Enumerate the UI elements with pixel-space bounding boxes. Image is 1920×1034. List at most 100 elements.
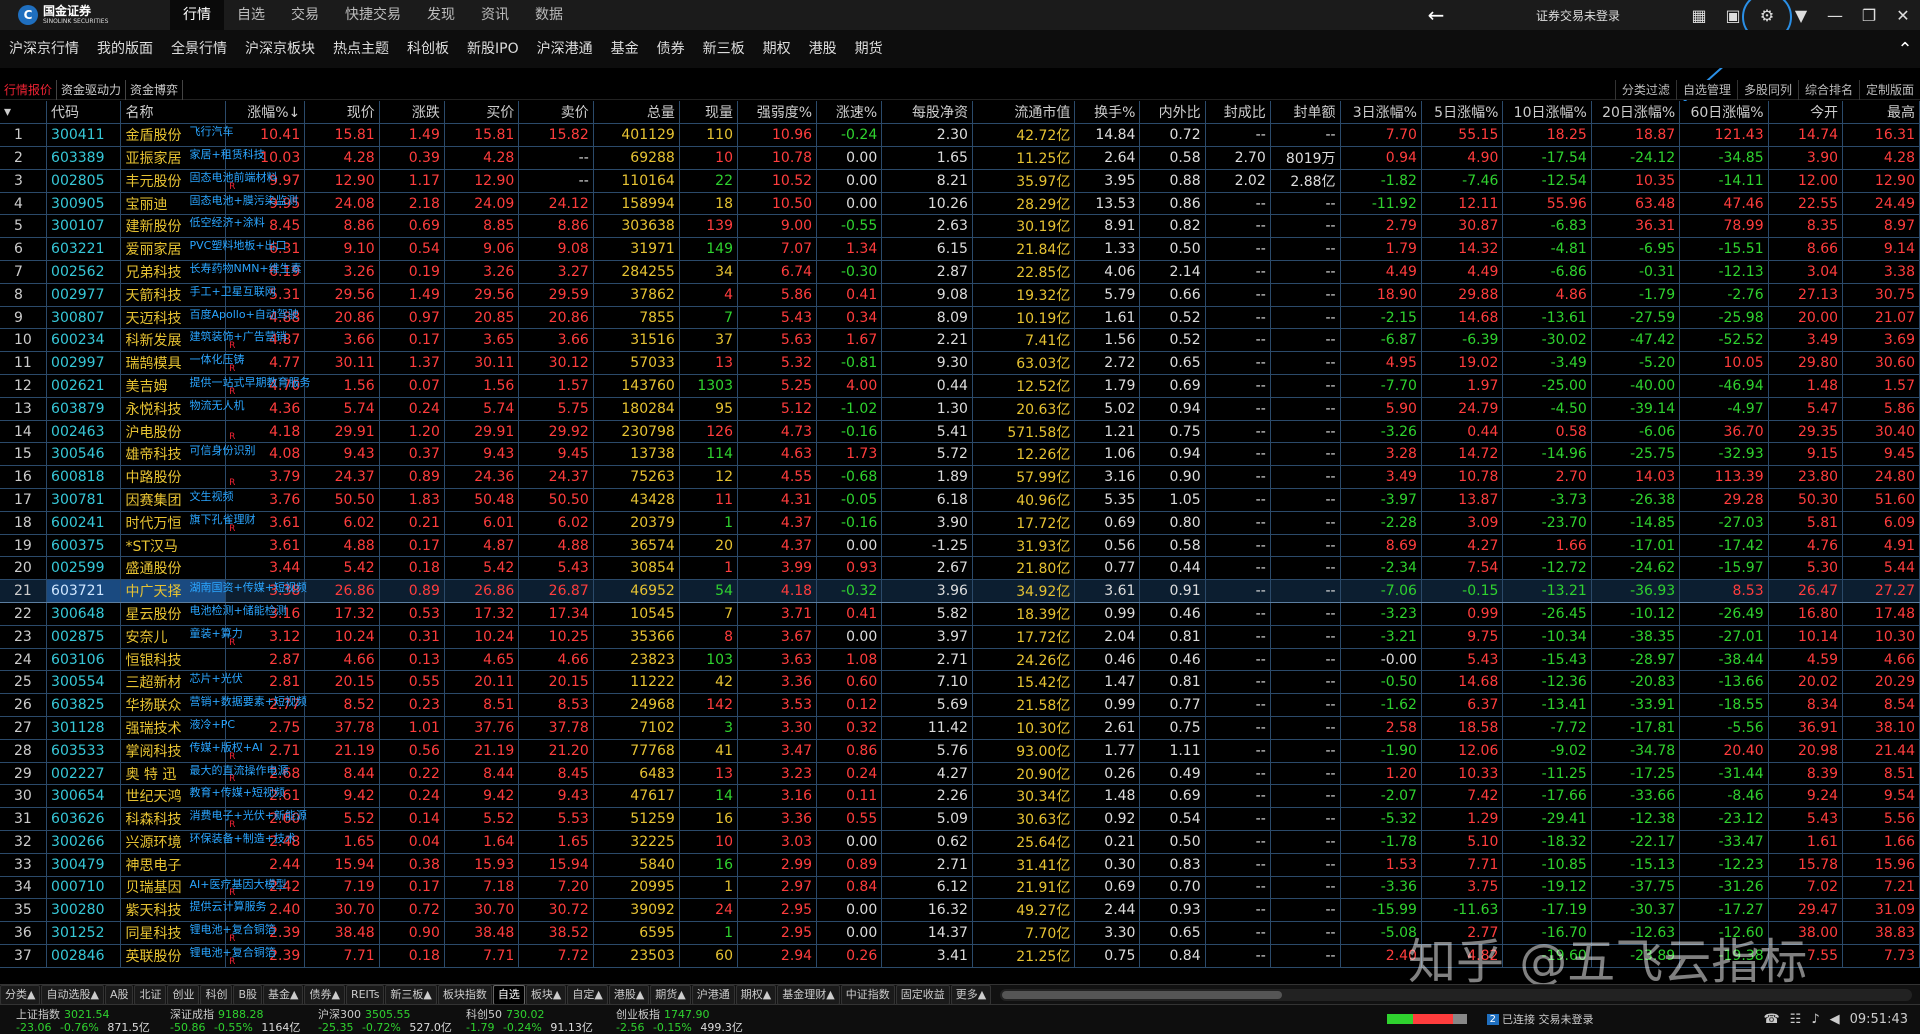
menu-item-2[interactable]: 交易 — [278, 0, 332, 30]
column-header-11[interactable]: 涨速% — [816, 101, 883, 125]
column-header-15[interactable]: 内外比 — [1139, 101, 1206, 125]
bottom-tab-7[interactable]: 基金▲ — [263, 984, 304, 1005]
market-toolbar-item-9[interactable]: 债券 — [648, 30, 694, 68]
bottom-tab-4[interactable]: 创业 — [167, 984, 200, 1005]
menu-item-3[interactable]: 快捷交易 — [332, 0, 414, 30]
market-toolbar-item-7[interactable]: 沪深港通 — [528, 30, 602, 68]
grid-option-button-1[interactable]: 自选管理 — [1675, 79, 1737, 100]
table-row[interactable]: 31 603626 科森科技 消费电子+光伏+新能源 2.60 R 5.52 0.14 5.52… — [0, 807, 1920, 831]
collapse-chevron-icon[interactable]: ⌃ — [1890, 39, 1920, 60]
market-toolbar-item-0[interactable]: 沪深京行情 — [0, 30, 88, 68]
stock-name[interactable]: 天迈科技 百度Apollo+自动驾驶 — [120, 306, 299, 330]
bottom-tab-20[interactable]: 中证指数 — [840, 984, 895, 1005]
stock-code[interactable]: 300905 — [46, 192, 122, 216]
stock-code[interactable]: 300554 — [46, 670, 122, 695]
table-row[interactable]: 27 301128 强瑞技术 液冷+PC 2.75 37.78 1.01 37.76 37.78… — [0, 716, 1920, 740]
bottom-tab-11[interactable]: 板块指数 — [437, 984, 492, 1005]
market-toolbar-item-2[interactable]: 全景行情 — [162, 30, 236, 68]
row-index[interactable]: 6 — [0, 237, 48, 262]
row-index[interactable]: 10 — [0, 328, 48, 353]
stock-code[interactable]: 300280 — [46, 898, 122, 923]
stock-code[interactable]: 603626 — [46, 807, 122, 831]
stock-name[interactable]: 沪电股份 — [120, 420, 227, 444]
table-row[interactable]: 4 300905 宝丽迪 固态电池+膜污染监测 9.95 24.08 2.18 24.09 24… — [0, 192, 1920, 216]
index-item-1[interactable]: 深证成指 9188.28 -50.86 -0.55% 1164亿 — [170, 1008, 305, 1034]
table-row[interactable]: 23 002875 安奈儿 童装+算力 3.12 R 10.24 0.31 10.24 10.25… — [0, 625, 1920, 649]
row-index[interactable]: 34 — [0, 876, 48, 900]
menu-item-5[interactable]: 资讯 — [468, 0, 522, 30]
stock-code[interactable]: 603221 — [46, 237, 122, 262]
stock-name[interactable]: 中路股份 — [120, 465, 227, 490]
grid-option-button-0[interactable]: 分类过滤 — [1614, 79, 1676, 100]
menu-item-0[interactable]: 行情 — [170, 0, 224, 30]
bottom-tab-12[interactable]: 自选 — [492, 984, 525, 1005]
table-row[interactable]: 9 300807 天迈科技 百度Apollo+自动驾驶 4.88 20.86 0.97 20.… — [0, 306, 1920, 330]
stock-name[interactable]: 爱丽家居 PVC塑料地板+出口 — [120, 237, 287, 262]
column-header-16[interactable]: 封成比 — [1205, 101, 1271, 125]
bottom-tab-8[interactable]: 债券▲ — [304, 984, 345, 1005]
table-row[interactable]: 35 300280 紫天科技 提供云计算服务 2.40 30.70 0.72 30.70 30.… — [0, 898, 1920, 923]
bottom-tab-15[interactable]: 港股▲ — [608, 984, 650, 1005]
stock-code[interactable]: 002977 — [46, 283, 122, 307]
table-row[interactable]: 30 300654 世纪天鸿 教育+传媒+短视频 2.61 9.42 0.24 9.42 9.4… — [0, 784, 1920, 809]
stock-code[interactable]: 600375 — [46, 534, 122, 558]
stock-code[interactable]: 603106 — [46, 648, 122, 672]
index-item-2[interactable]: 沪深300 3505.55 -25.35 -0.72% 527.0亿 — [318, 1008, 457, 1034]
market-toolbar-item-13[interactable]: 期货 — [846, 30, 892, 68]
bottom-tab-3[interactable]: 北证 — [134, 984, 167, 1005]
row-index[interactable]: 36 — [0, 921, 48, 945]
stock-code[interactable]: 300266 — [46, 830, 122, 854]
row-index[interactable]: 31 — [0, 807, 48, 831]
table-row[interactable]: 1 300411 金盾股份 飞行汽车 10.41 15.81 1.49 15.81 15.82 4… — [0, 123, 1920, 148]
grid-option-button-3[interactable]: 综合排名 — [1797, 79, 1859, 100]
row-index[interactable]: 11 — [0, 351, 48, 376]
row-index[interactable]: 15 — [0, 442, 48, 467]
row-index[interactable]: 23 — [0, 625, 48, 649]
row-index[interactable]: 29 — [0, 762, 48, 786]
row-index[interactable]: 20 — [0, 556, 48, 581]
stock-name[interactable]: 科新发展 建筑装饰+广告营销 — [120, 328, 287, 353]
column-header-24[interactable]: 最高 — [1842, 101, 1920, 125]
column-header-1[interactable]: 代码 — [46, 101, 122, 125]
menu-item-1[interactable]: 自选 — [224, 0, 278, 30]
bottom-tab-19[interactable]: 基金理财▲ — [777, 984, 840, 1005]
stock-name[interactable]: 因赛集团 文生视频 — [120, 488, 233, 512]
connection-status[interactable]: 已连接 交易未登录 — [1502, 1011, 1594, 1027]
bell-icon[interactable]: ♪ — [1811, 1012, 1819, 1027]
stock-name[interactable]: 同星科技 锂电池+复合铜箔 — [120, 921, 276, 945]
restore-icon[interactable]: ❐ — [1852, 0, 1886, 30]
column-header-12[interactable]: 每股净资 — [881, 101, 973, 125]
stock-name[interactable]: 华扬联众 营销+数据要素+短视频 — [120, 693, 307, 718]
column-header-13[interactable]: 流通市值 — [972, 101, 1076, 125]
table-row[interactable]: 32 300266 兴源环境 环保装备+制造+技术 2.48 1.65 0.04 1.64 1.… — [0, 830, 1920, 854]
table-row[interactable]: 26 603825 华扬联众 营销+数据要素+短视频 2.77 8.52 0.23 8.51 8… — [0, 693, 1920, 718]
column-header-18[interactable]: 3日涨幅% — [1340, 101, 1422, 125]
bottom-tab-9[interactable]: REITs — [345, 984, 385, 1005]
row-index[interactable]: 4 — [0, 192, 48, 216]
stock-name[interactable]: 时代万恒 旗下孔雀理财 — [120, 511, 255, 535]
sub-tab-1[interactable]: 资金驱动力 — [57, 79, 127, 100]
column-header-0[interactable]: ▾ — [0, 101, 48, 125]
bottom-tab-18[interactable]: 期权▲ — [735, 984, 777, 1005]
table-row[interactable]: 6 603221 爱丽家居 PVC塑料地板+出口 6.31 9.10 0.54 9.06 9.0… — [0, 237, 1920, 262]
sub-tab-0[interactable]: 行情报价 — [0, 79, 58, 100]
table-row[interactable]: 20 002599 盛通股份 3.44 5.42 0.18 5.42 5.43 30854 1 3.… — [0, 556, 1920, 581]
stock-name[interactable]: 永悦科技 物流无人机 — [120, 397, 244, 421]
stock-name[interactable]: 世纪天鸿 教育+传媒+短视频 — [120, 784, 285, 809]
stock-name[interactable]: 宝丽迪 固态电池+膜污染监测 — [120, 192, 298, 216]
stock-name[interactable]: 掌阅科技 传媒+版权+AI — [120, 739, 263, 763]
column-header-2[interactable]: 名称 — [120, 101, 227, 125]
table-row[interactable]: 34 000710 贝瑞基因 AI+医疗基因大模型 2.42 R 7.19 0.17 7.18 7… — [0, 876, 1920, 900]
stock-code[interactable]: 300648 — [46, 602, 122, 626]
menu-item-4[interactable]: 发现 — [414, 0, 468, 30]
back-arrow-icon[interactable]: ← — [1416, 0, 1456, 30]
table-row[interactable]: 3 002805 丰元股份 固态电池前端材料 9.97 R 12.90 1.17 12.90 --… — [0, 169, 1920, 193]
stock-name[interactable]: 兴源环境 环保装备+制造+技术 — [120, 830, 296, 854]
stock-name[interactable]: 安奈儿 童装+算力 — [120, 625, 243, 649]
column-header-10[interactable]: 强弱度% — [737, 101, 818, 125]
column-header-3[interactable]: 涨幅%↓ — [225, 101, 306, 125]
row-index[interactable]: 26 — [0, 693, 48, 718]
bottom-tab-1[interactable]: 自动选股▲ — [41, 984, 104, 1005]
table-row[interactable]: 24 603106 恒银科技 2.87 4.66 0.13 4.65 4.66 23823 103… — [0, 648, 1920, 672]
table-row[interactable]: 17 300781 因赛集团 文生视频 3.76 50.50 1.83 50.48 50.50 4… — [0, 488, 1920, 512]
